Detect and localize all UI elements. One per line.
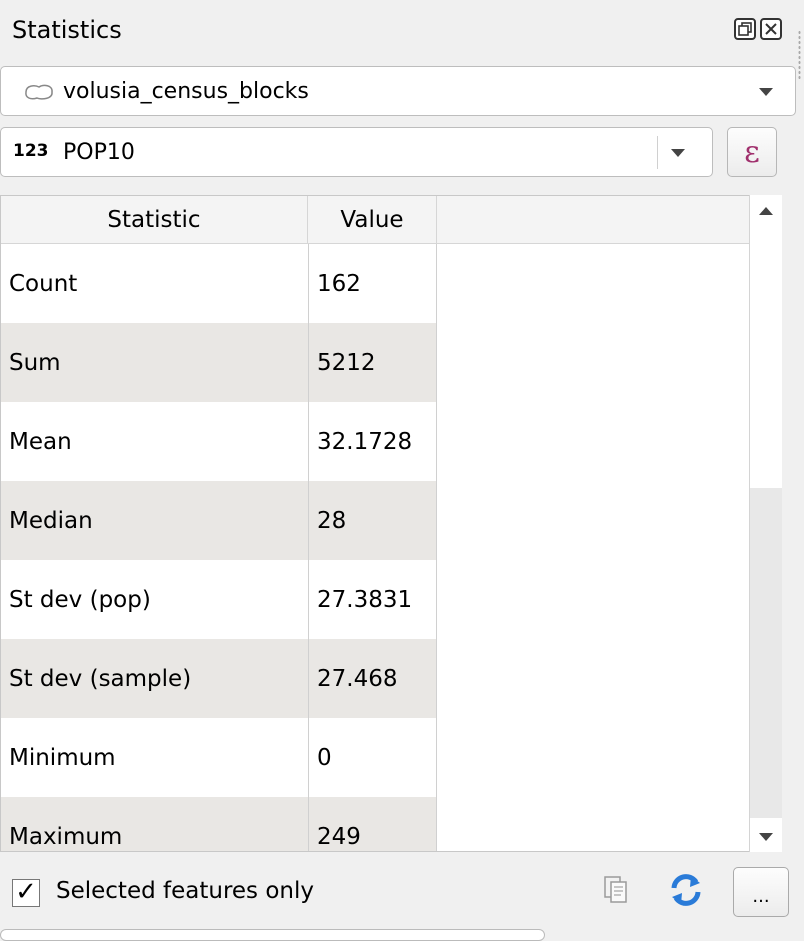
copy-icon[interactable] — [603, 875, 629, 905]
value-cell: 27.468 — [308, 639, 437, 718]
scrollbar-track[interactable] — [750, 488, 782, 818]
chevron-down-icon[interactable] — [671, 149, 685, 157]
value-cell: 0 — [308, 718, 437, 797]
more-options-label: ... — [752, 885, 770, 907]
field-combobox-value: POP10 — [63, 140, 135, 165]
bottom-toolbar: ✓ Selected features only ... — [0, 855, 804, 941]
chevron-down-icon[interactable] — [759, 88, 773, 96]
statistic-cell: St dev (sample) — [9, 665, 192, 692]
value-cell: 5212 — [308, 323, 437, 402]
statistic-cell: Count — [9, 270, 78, 297]
table-row[interactable]: St dev (sample) 27.468 — [1, 639, 437, 718]
table-row[interactable]: Mean 32.1728 — [1, 402, 437, 481]
layer-combobox-value: volusia_census_blocks — [63, 79, 309, 104]
close-icon[interactable] — [760, 18, 782, 40]
table-row[interactable]: Maximum 249 — [1, 797, 437, 851]
next-widget-edge — [0, 929, 545, 941]
statistic-cell: Median — [9, 507, 93, 534]
undock-icon[interactable] — [734, 18, 756, 40]
column-header-value[interactable]: Value — [308, 196, 437, 244]
table-row[interactable]: Sum 5212 — [1, 323, 437, 402]
refresh-icon[interactable] — [668, 873, 704, 907]
field-combobox[interactable]: 123 POP10 — [0, 127, 713, 177]
table-row[interactable]: St dev (pop) 27.3831 — [1, 560, 437, 639]
selected-features-checkbox[interactable]: ✓ — [12, 879, 40, 907]
statistic-cell: Maximum — [9, 823, 123, 850]
panel-titlebar: Statistics — [0, 0, 804, 80]
combo-divider — [657, 136, 658, 169]
panel-title: Statistics — [12, 16, 122, 44]
dock-grip[interactable] — [798, 30, 801, 80]
statistic-cell: Mean — [9, 428, 72, 455]
value-cell: 28 — [308, 481, 437, 560]
table-row[interactable]: Minimum 0 — [1, 718, 437, 797]
expression-button[interactable]: ε — [727, 127, 777, 177]
statistics-table[interactable]: Statistic Value Count 162 Sum 5212 Mean … — [0, 195, 780, 852]
polygon-layer-icon — [25, 84, 53, 100]
value-cell: 249 — [308, 797, 437, 851]
selected-features-label[interactable]: Selected features only — [56, 878, 314, 904]
statistic-cell: St dev (pop) — [9, 586, 151, 613]
value-cell: 162 — [308, 244, 437, 323]
header-filler — [437, 196, 779, 244]
expression-icon: ε — [744, 134, 760, 170]
value-cell: 32.1728 — [308, 402, 437, 481]
statistic-cell: Minimum — [9, 744, 116, 771]
vertical-scrollbar[interactable] — [749, 195, 782, 852]
scroll-up-icon[interactable] — [759, 207, 773, 215]
numeric-field-icon: 123 — [13, 141, 49, 161]
layer-combobox[interactable]: volusia_census_blocks — [0, 66, 796, 116]
scroll-down-icon[interactable] — [759, 833, 773, 841]
table-row[interactable]: Count 162 — [1, 244, 437, 323]
value-cell: 27.3831 — [308, 560, 437, 639]
more-options-button[interactable]: ... — [733, 867, 789, 917]
column-header-statistic[interactable]: Statistic — [1, 196, 308, 244]
table-row[interactable]: Median 28 — [1, 481, 437, 560]
statistic-cell: Sum — [9, 349, 61, 376]
